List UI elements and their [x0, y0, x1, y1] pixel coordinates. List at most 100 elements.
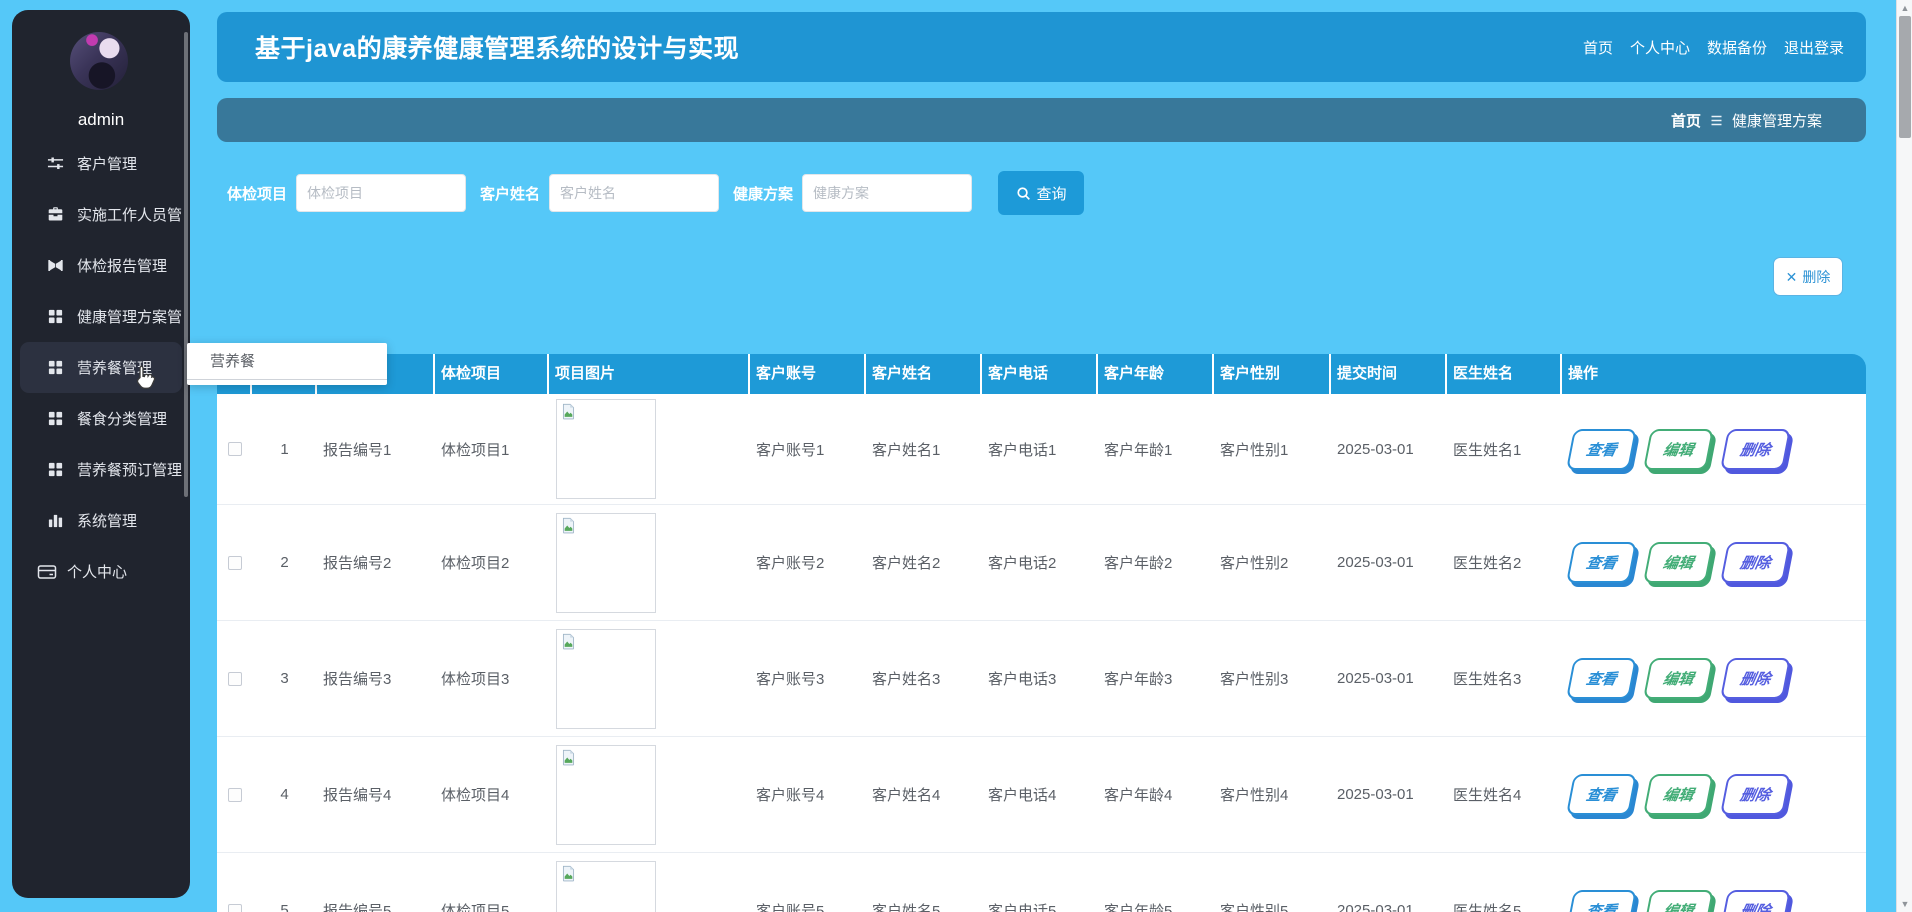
edit-button[interactable]: 编辑	[1643, 429, 1714, 470]
sidebar-item-label: 系统管理	[77, 510, 137, 531]
view-button[interactable]: 查看	[1566, 542, 1637, 583]
query-button-label: 查询	[1037, 183, 1067, 204]
row-checkbox[interactable]	[228, 442, 242, 456]
cell-gender: 客户性别1	[1214, 439, 1331, 460]
grid-icon	[47, 410, 64, 427]
cell-submit-time: 2025-03-01	[1331, 902, 1447, 912]
sidebar-item-nutrition-meal-mgmt[interactable]: 营养餐管理	[20, 342, 182, 393]
edit-button[interactable]: 编辑	[1643, 774, 1714, 815]
view-button[interactable]: 查看	[1566, 774, 1637, 815]
data-table: 体检项目 项目图片 客户账号 客户姓名 客户电话 客户年龄 客户性别 提交时间 …	[217, 354, 1866, 912]
edit-button[interactable]: 编辑	[1643, 542, 1714, 583]
edit-button[interactable]: 编辑	[1643, 658, 1714, 699]
cell-age: 客户年龄4	[1098, 784, 1214, 805]
broken-image-icon	[560, 865, 577, 882]
cell-exam-item: 体检项目4	[435, 784, 549, 805]
sidebar-item-label: 营养餐管理	[77, 357, 152, 378]
sidebar-item-staff-mgmt[interactable]: 实施工作人员管理	[20, 189, 182, 240]
sidebar: admin 客户管理 实施工作人员管理 体检报告管理 健康管理方案管理 营养餐管…	[12, 10, 190, 898]
topnav-logout-link[interactable]: 退出登录	[1784, 37, 1844, 58]
view-button[interactable]: 查看	[1566, 429, 1637, 470]
cell-index: 2	[252, 554, 317, 571]
sidebar-scrollbar[interactable]	[184, 32, 188, 497]
avatar	[70, 32, 128, 90]
sidebar-item-system-mgmt[interactable]: 系统管理	[20, 495, 182, 546]
page-scrollbar-thumb[interactable]	[1899, 16, 1911, 138]
edit-button[interactable]: 编辑	[1643, 890, 1714, 912]
cell-report-no: 报告编号5	[317, 900, 435, 912]
cell-report-no: 报告编号2	[317, 552, 435, 573]
submenu-item-nutrition-meal[interactable]: 营养餐	[187, 343, 387, 380]
row-delete-button[interactable]: 删除	[1720, 429, 1791, 470]
header-name: 客户姓名	[866, 354, 982, 394]
view-button[interactable]: 查看	[1566, 890, 1637, 912]
topnav-data-backup-link[interactable]: 数据备份	[1707, 37, 1767, 58]
cell-account: 客户账号2	[750, 552, 866, 573]
row-delete-button[interactable]: 删除	[1720, 658, 1791, 699]
sidebar-nav: 客户管理 实施工作人员管理 体检报告管理 健康管理方案管理 营养餐管理 餐食分类…	[12, 138, 190, 597]
card-icon	[37, 563, 57, 581]
row-checkbox[interactable]	[228, 788, 242, 802]
row-delete-button[interactable]: 删除	[1720, 890, 1791, 912]
scroll-down-arrow-icon[interactable]: ▼	[1897, 897, 1912, 911]
cell-phone: 客户电话3	[982, 668, 1098, 689]
view-button[interactable]: 查看	[1566, 658, 1637, 699]
table-header-row: 体检项目 项目图片 客户账号 客户姓名 客户电话 客户年龄 客户性别 提交时间 …	[217, 354, 1866, 394]
topnav-personal-center-link[interactable]: 个人中心	[1630, 37, 1690, 58]
sidebar-item-label: 客户管理	[77, 153, 137, 174]
cell-name: 客户姓名5	[866, 900, 982, 912]
cell-age: 客户年龄5	[1098, 900, 1214, 912]
item-image-placeholder	[556, 629, 656, 729]
page-scrollbar[interactable]: ▲ ▼	[1896, 0, 1912, 912]
query-button[interactable]: 查询	[998, 171, 1084, 215]
cell-phone: 客户电话1	[982, 439, 1098, 460]
health-plan-label: 健康方案	[733, 183, 793, 204]
header-age: 客户年龄	[1098, 354, 1214, 394]
item-image-placeholder	[556, 513, 656, 613]
cell-account: 客户账号5	[750, 900, 866, 912]
sidebar-item-meal-booking-mgmt[interactable]: 营养餐预订管理	[20, 444, 182, 495]
row-delete-button[interactable]: 删除	[1720, 542, 1791, 583]
breadcrumb-home[interactable]: 首页	[1671, 110, 1701, 131]
cell-name: 客户姓名2	[866, 552, 982, 573]
cell-submit-time: 2025-03-01	[1331, 786, 1447, 803]
header-gender: 客户性别	[1214, 354, 1331, 394]
health-plan-input[interactable]	[802, 174, 972, 212]
sidebar-item-label: 个人中心	[67, 561, 127, 582]
broken-image-icon	[560, 403, 577, 420]
cell-submit-time: 2025-03-01	[1331, 441, 1447, 458]
cell-exam-item: 体检项目1	[435, 439, 549, 460]
sidebar-item-meal-category-mgmt[interactable]: 餐食分类管理	[20, 393, 182, 444]
exam-item-input[interactable]	[296, 174, 466, 212]
exam-item-label: 体检项目	[227, 183, 287, 204]
row-checkbox[interactable]	[228, 904, 242, 912]
sidebar-item-exam-report-mgmt[interactable]: 体检报告管理	[20, 240, 182, 291]
cell-age: 客户年龄1	[1098, 439, 1214, 460]
scroll-up-arrow-icon[interactable]: ▲	[1897, 1, 1912, 15]
cell-report-no: 报告编号4	[317, 784, 435, 805]
customer-name-input[interactable]	[549, 174, 719, 212]
row-delete-button[interactable]: 删除	[1720, 774, 1791, 815]
search-icon	[1016, 186, 1031, 201]
cell-submit-time: 2025-03-01	[1331, 670, 1447, 687]
item-image-placeholder	[556, 399, 656, 499]
header-submit-time: 提交时间	[1331, 354, 1447, 394]
row-checkbox[interactable]	[228, 672, 242, 686]
topnav-home-link[interactable]: 首页	[1583, 37, 1613, 58]
breadcrumb: 首页 健康管理方案	[217, 98, 1866, 142]
cell-doctor: 医生姓名3	[1447, 668, 1562, 689]
broken-image-icon	[560, 633, 577, 650]
row-checkbox[interactable]	[228, 556, 242, 570]
sidebar-item-customer-mgmt[interactable]: 客户管理	[20, 138, 182, 189]
delete-selected-button[interactable]: ✕ 删除	[1773, 257, 1843, 296]
broken-image-icon	[560, 749, 577, 766]
item-image-placeholder	[556, 861, 656, 912]
cell-index: 3	[252, 670, 317, 687]
grid-icon	[47, 461, 64, 478]
sidebar-item-personal-center[interactable]: 个人中心	[20, 546, 182, 597]
username: admin	[12, 110, 190, 130]
page: admin 客户管理 实施工作人员管理 体检报告管理 健康管理方案管理 营养餐管…	[0, 0, 1912, 912]
header-doctor: 医生姓名	[1447, 354, 1562, 394]
cell-doctor: 医生姓名5	[1447, 900, 1562, 912]
sidebar-item-health-plan-mgmt[interactable]: 健康管理方案管理	[20, 291, 182, 342]
